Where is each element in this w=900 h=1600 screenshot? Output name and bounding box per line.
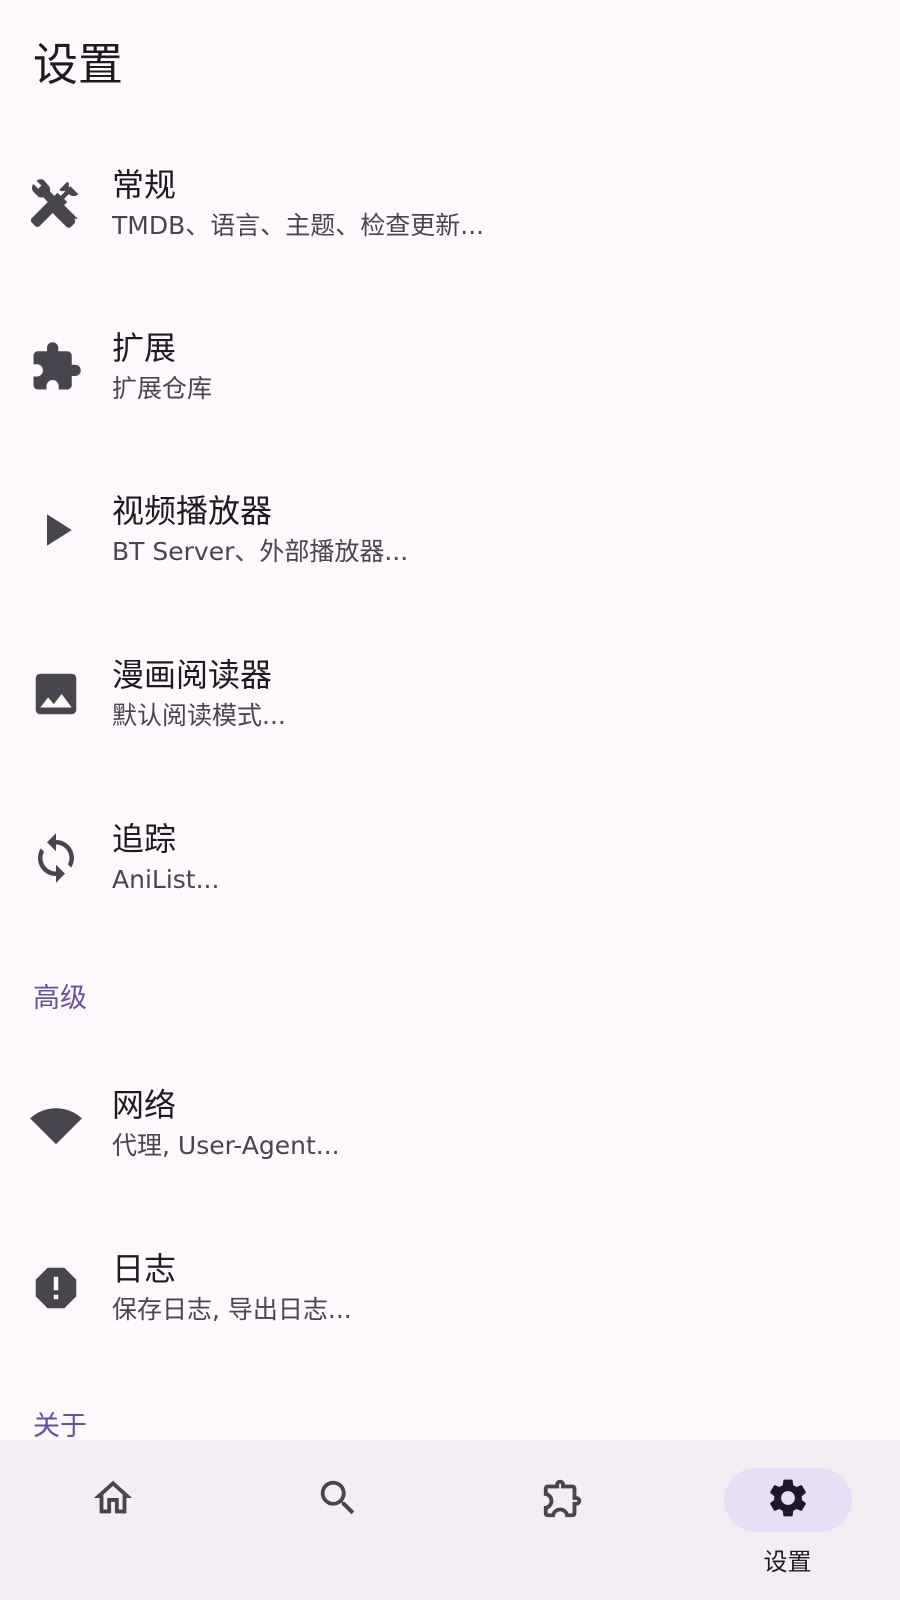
settings-item-manga-reader[interactable]: 漫画阅读器 默认阅读模式... [0, 624, 900, 764]
settings-item-extensions[interactable]: 扩展 扩展仓库 [0, 297, 900, 437]
settings-item-label: 日志 [112, 1250, 177, 1288]
settings-item-description: 默认阅读模式... [112, 701, 286, 730]
settings-item-label: 常规 [112, 166, 177, 204]
image-icon [29, 667, 83, 721]
page-title: 设置 [33, 38, 124, 91]
nav-item-home[interactable] [0, 1440, 225, 1600]
settings-item-network[interactable]: 网络 代理, User-Agent... [0, 1054, 900, 1194]
settings-item-label: 网络 [112, 1086, 177, 1124]
search-icon [315, 1475, 361, 1525]
settings-item-tracking[interactable]: 追踪 AniList... [0, 788, 900, 928]
section-header-about: 关于 [33, 1411, 87, 1442]
puzzle-icon [29, 340, 83, 394]
settings-item-label: 视频播放器 [112, 492, 273, 530]
settings-item-label: 扩展 [112, 329, 177, 367]
settings-item-general[interactable]: 常规 TMDB、语言、主题、检查更新... [0, 134, 900, 274]
home-icon [90, 1475, 136, 1525]
puzzle-outline-icon [540, 1475, 586, 1525]
settings-item-description: BT Server、外部播放器... [112, 537, 409, 566]
settings-item-video-player[interactable]: 视频播放器 BT Server、外部播放器... [0, 460, 900, 600]
settings-item-description: 代理, User-Agent... [112, 1131, 340, 1160]
gear-icon [765, 1475, 811, 1525]
nav-label-settings: 设置 [763, 1548, 812, 1576]
settings-item-description: TMDB、语言、主题、检查更新... [112, 211, 485, 240]
settings-item-description: AniList... [112, 865, 220, 894]
settings-item-logs[interactable]: 日志 保存日志, 导出日志... [0, 1218, 900, 1358]
settings-page: 设置 常规 TMDB、语言、主题、检查更新... 扩展 扩展仓库 视频播放器 B… [0, 0, 900, 1600]
settings-item-label: 追踪 [112, 820, 177, 858]
nav-item-extensions[interactable] [450, 1440, 675, 1600]
wifi-icon [29, 1097, 83, 1151]
settings-item-description: 保存日志, 导出日志... [112, 1295, 352, 1324]
bottom-navigation-bar: 设置 [0, 1440, 900, 1600]
settings-item-description: 扩展仓库 [112, 374, 213, 403]
sync-icon [29, 831, 83, 885]
play-icon [29, 503, 83, 557]
nav-item-settings[interactable]: 设置 [675, 1440, 900, 1600]
section-header-advanced: 高级 [33, 983, 87, 1014]
active-indicator [723, 1468, 852, 1532]
alert-octagon-icon [29, 1261, 83, 1315]
nav-item-search[interactable] [225, 1440, 450, 1600]
settings-item-label: 漫画阅读器 [112, 656, 273, 694]
tools-icon [29, 177, 83, 231]
